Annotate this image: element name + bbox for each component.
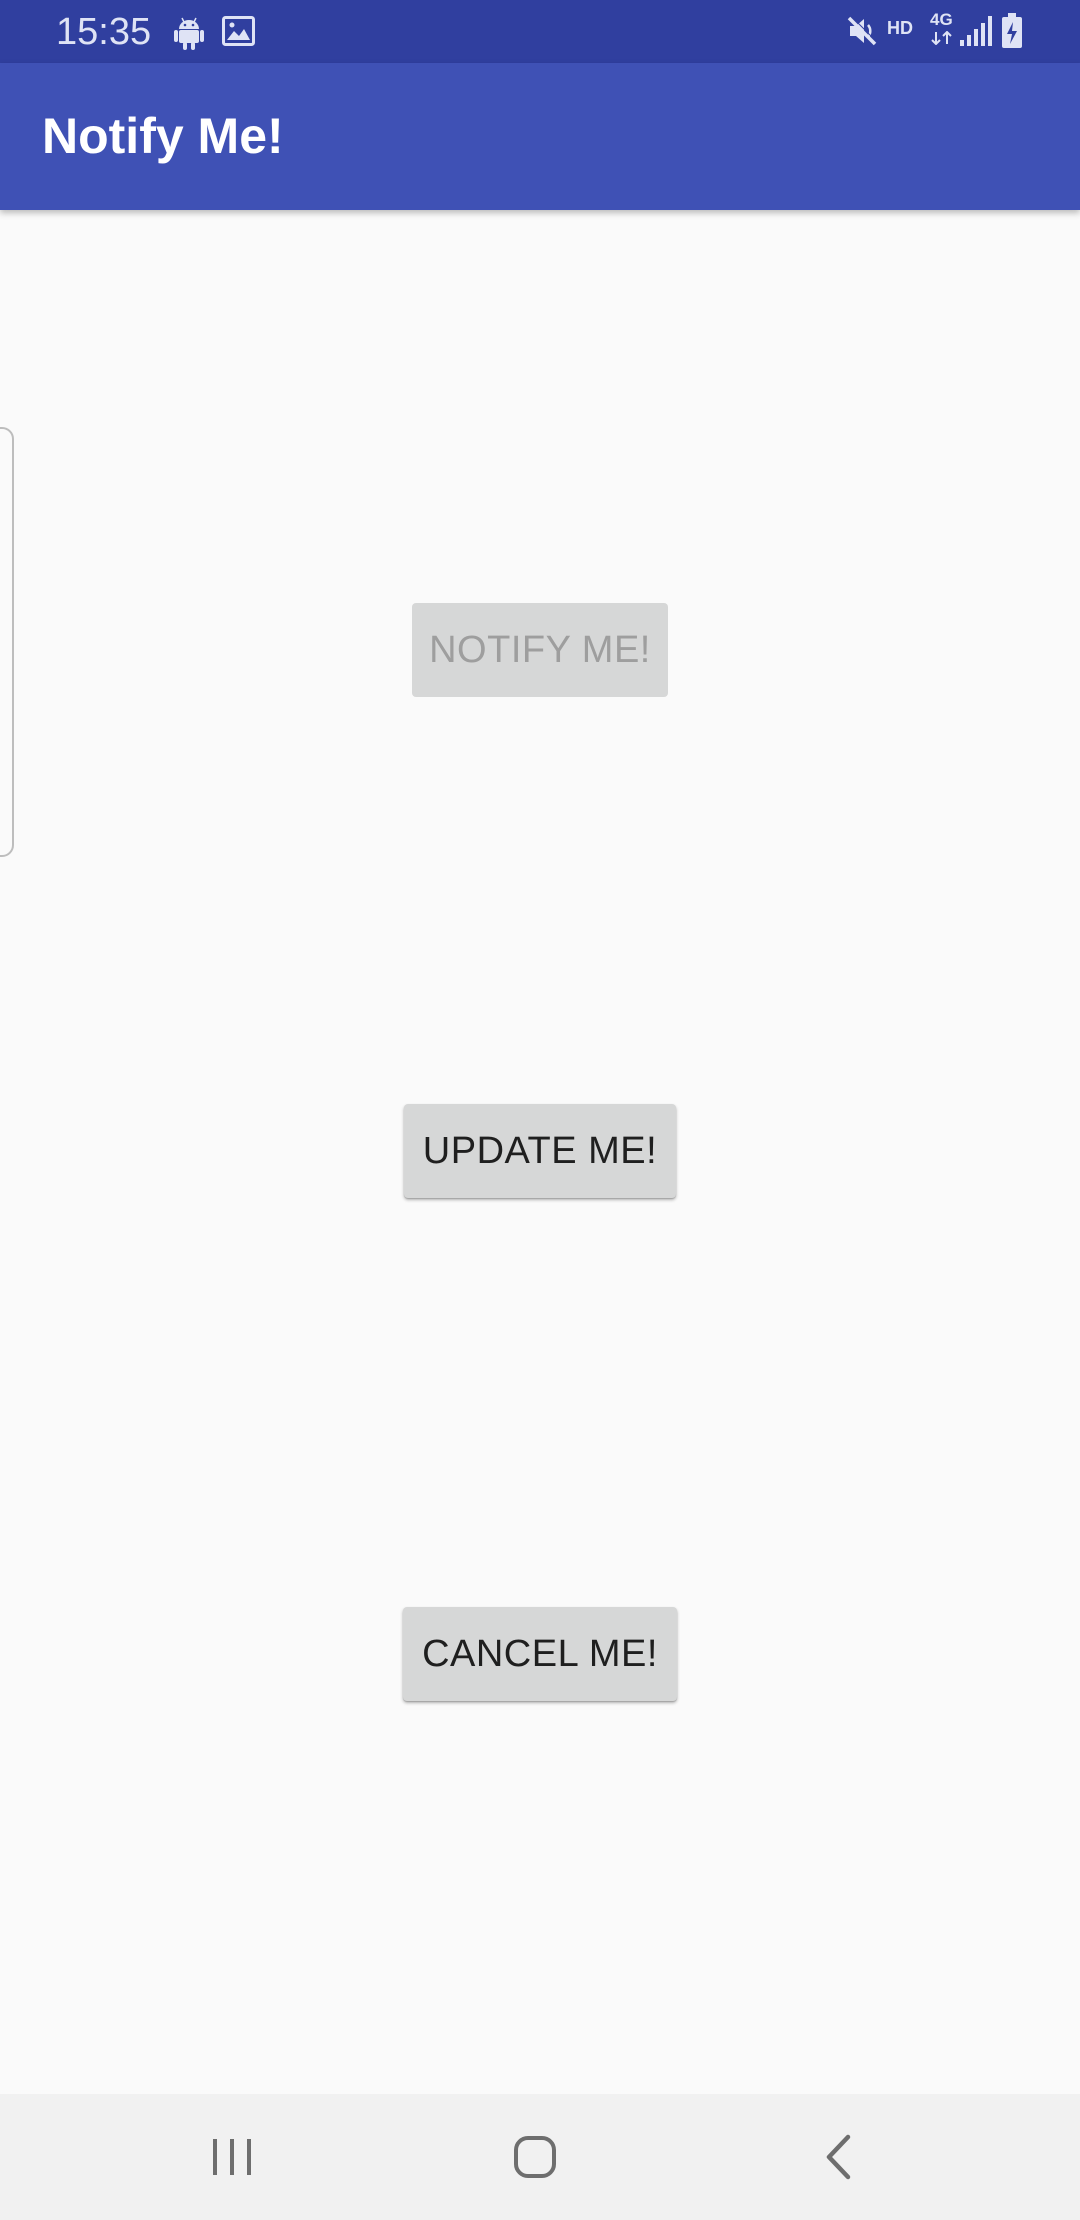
status-bar: 15:35 HD 4G <box>0 0 1080 63</box>
image-icon <box>222 16 255 46</box>
navigation-bar <box>0 2094 1080 2220</box>
recents-icon[interactable] <box>172 2094 292 2220</box>
4g-icon: 4G <box>930 10 953 29</box>
hd-icon: HD <box>887 18 913 38</box>
notify-button[interactable]: NOTIFY ME! <box>412 603 668 697</box>
home-icon[interactable] <box>475 2094 595 2220</box>
signal-icon <box>960 16 992 46</box>
mute-icon <box>847 15 878 46</box>
app-bar: Notify Me! <box>0 63 1080 210</box>
edge-panel-handle[interactable] <box>0 427 14 857</box>
cancel-button[interactable]: CANCEL ME! <box>403 1607 677 1701</box>
back-icon[interactable] <box>778 2094 898 2220</box>
data-arrows-icon <box>931 31 952 45</box>
android-icon <box>174 17 204 50</box>
status-time: 15:35 <box>56 11 152 53</box>
update-button[interactable]: UPDATE ME! <box>404 1104 676 1198</box>
app-title: Notify Me! <box>42 108 284 164</box>
battery-charging-icon <box>1002 13 1022 48</box>
app-screen: 15:35 HD 4G Notify Me! NOTIFY ME! UPDATE… <box>0 0 1080 2220</box>
